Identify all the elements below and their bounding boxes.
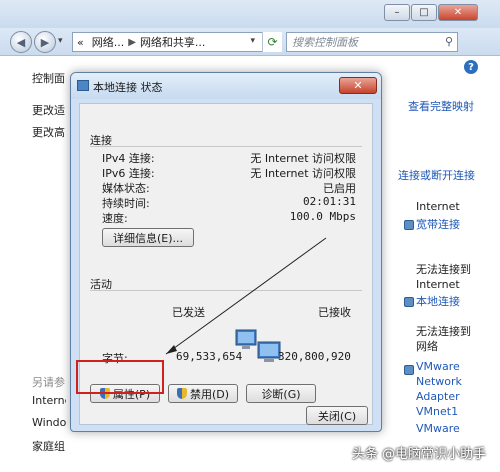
vmware-network-icon	[404, 365, 414, 375]
address-overflow-icon[interactable]: «	[77, 36, 84, 49]
speed-label: 速度:	[102, 212, 128, 225]
vmware-adapter-link-line4[interactable]: VMnet1	[416, 405, 458, 418]
vmware-adapter-link-line1[interactable]: VMware	[416, 360, 460, 373]
activity-group-divider	[90, 290, 362, 291]
local-connection-network-icon	[404, 297, 414, 307]
breadcrumb-sharing-center[interactable]: 网络和共享...	[140, 34, 206, 50]
bytes-received-value: 320,800,920	[278, 350, 351, 363]
received-label: 已接收	[318, 306, 351, 319]
forward-button[interactable]: ▶	[34, 31, 56, 53]
window-close-button[interactable]: ✕	[438, 4, 478, 21]
address-dropdown-icon[interactable]: ▾	[250, 36, 255, 46]
properties-highlight-box	[76, 360, 164, 394]
left-nav-change-adapter[interactable]: 更改适	[32, 102, 65, 118]
duration-label: 持续时间:	[102, 197, 150, 210]
details-button[interactable]: 详细信息(E)...	[102, 228, 194, 247]
navigation-bar: ◀ ▶ ▾ « 网络... ▶ 网络和共享... ▾ ⟳ 搜索控制面板 ⚲	[0, 28, 500, 56]
watermark: 头条 @电脑常识小助手	[351, 447, 486, 462]
ipv6-connectivity-value: 无 Internet 访问权限	[250, 167, 356, 180]
disable-button[interactable]: 禁用(D)	[168, 384, 238, 403]
left-nav-control-panel-home[interactable]: 控制面	[32, 70, 65, 86]
recent-pages-dropdown-icon[interactable]: ▾	[58, 36, 63, 46]
ipv4-connectivity-label: IPv4 连接:	[102, 152, 155, 165]
no-internet-label-line1: 无法连接到	[416, 263, 471, 276]
broadband-connection-link[interactable]: 宽带连接	[416, 216, 460, 232]
help-icon[interactable]: ?	[464, 60, 478, 74]
forward-arrow-icon: ▶	[40, 35, 50, 49]
maximize-button[interactable]: □	[411, 4, 437, 21]
see-also-windows-firewall[interactable]: Windo	[32, 416, 66, 429]
vmware-adapter-link-line2[interactable]: Network	[416, 375, 462, 388]
no-network-label-line1: 无法连接到	[416, 325, 471, 338]
back-button[interactable]: ◀	[10, 31, 32, 53]
left-nav-change-advanced[interactable]: 更改高	[32, 124, 65, 140]
refresh-icon: ⟳	[267, 35, 278, 49]
dialog-close-x-button[interactable]: ✕	[339, 77, 377, 94]
network-connection-icon	[77, 80, 89, 91]
breadcrumb-network[interactable]: 网络...	[92, 34, 125, 50]
close-button[interactable]: 关闭(C)	[306, 406, 368, 425]
speed-value: 100.0 Mbps	[289, 210, 356, 223]
diagnose-button[interactable]: 诊断(G)	[246, 384, 316, 403]
see-also-heading: 另请参	[32, 376, 65, 389]
media-state-label: 媒体状态:	[102, 182, 150, 195]
search-icon[interactable]: ⚲	[445, 35, 453, 48]
vmware-adapter-link-extra[interactable]: VMware	[416, 422, 460, 435]
left-nav-pane: 控制面 更改适 更改高 另请参 Interne Windo 家庭组	[0, 56, 66, 472]
sent-label: 已发送	[172, 306, 205, 319]
ipv6-connectivity-label: IPv6 连接:	[102, 167, 155, 180]
bytes-sent-value: 69,533,654	[176, 350, 243, 363]
see-also-internet-options[interactable]: Interne	[32, 394, 66, 407]
no-internet-label-line2: Internet	[416, 278, 460, 291]
window-title-bar: – □ ✕	[0, 0, 500, 28]
ipv4-connectivity-value: 无 Internet 访问权限	[250, 152, 356, 165]
no-network-label-line2: 网络	[416, 340, 438, 353]
connection-group-divider	[90, 146, 362, 147]
dialog-title: 本地连接 状态	[93, 81, 163, 94]
back-arrow-icon: ◀	[16, 35, 26, 49]
search-placeholder: 搜索控制面板	[292, 36, 358, 49]
internet-status-label: Internet	[416, 200, 460, 213]
media-state-value: 已启用	[323, 182, 356, 195]
breadcrumb-separator-icon[interactable]: ▶	[128, 37, 136, 48]
view-full-map-link[interactable]: 查看完整映射	[408, 98, 474, 114]
broadband-network-icon	[404, 220, 414, 230]
uac-shield-icon	[176, 388, 187, 399]
window-caption-buttons: – □ ✕	[383, 4, 478, 21]
refresh-button[interactable]: ⟳	[262, 32, 282, 52]
connect-disconnect-link[interactable]: 连接或断开连接	[398, 167, 475, 183]
address-bar[interactable]: « 网络... ▶ 网络和共享... ▾	[72, 32, 282, 52]
dialog-title-bar[interactable]: 本地连接 状态 ✕	[71, 73, 381, 99]
see-also-homegroup[interactable]: 家庭组	[32, 438, 65, 454]
disable-button-label: 禁用(D)	[189, 387, 230, 401]
local-connection-link[interactable]: 本地连接	[416, 293, 460, 309]
vmware-adapter-link-line3[interactable]: Adapter	[416, 390, 460, 403]
duration-value: 02:01:31	[303, 195, 356, 208]
search-input[interactable]: 搜索控制面板 ⚲	[286, 32, 458, 52]
minimize-button[interactable]: –	[384, 4, 410, 21]
